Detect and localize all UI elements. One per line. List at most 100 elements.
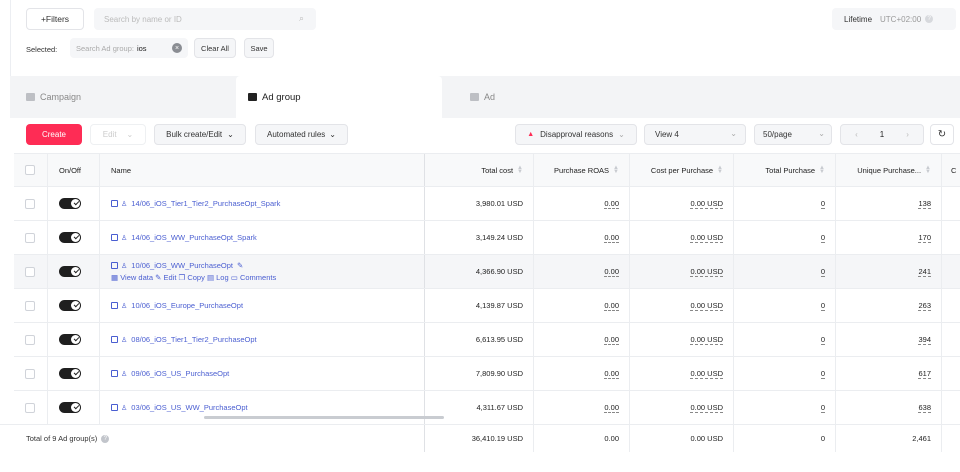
total-roas: 0.00	[604, 434, 619, 443]
disapproval-reasons-select[interactable]: ▲ Disapproval reasons ⌄	[515, 124, 637, 145]
total-purchase-cell[interactable]: 0	[733, 221, 835, 254]
table-row[interactable]: ♙ 14/06_iOS_Tier1_Tier2_PurchaseOpt_Spar…	[14, 187, 960, 221]
ad-icon	[470, 93, 479, 101]
roas-cell[interactable]: 0.00	[533, 323, 629, 356]
table-row[interactable]: ♙ 08/06_iOS_Tier1_Tier2_PurchaseOpt 6,61…	[14, 323, 960, 357]
ad-group-name-link[interactable]: ♙ 10/06_iOS_Europe_PurchaseOpt	[111, 289, 243, 322]
clear-all-button[interactable]: Clear All	[194, 38, 236, 58]
sort-icon: ▲ ▼	[819, 165, 825, 175]
select-all-checkbox[interactable]	[25, 154, 35, 186]
refresh-icon: ↻	[937, 129, 947, 140]
save-filter-button[interactable]: Save	[244, 38, 274, 58]
page-size-select[interactable]: 50/page ⌄	[754, 124, 832, 145]
roas-cell[interactable]: 0.00	[533, 221, 629, 254]
header-purchase-roas[interactable]: Purchase ROAS ▲ ▼	[533, 154, 629, 186]
status-toggle[interactable]	[59, 357, 81, 390]
cpp-cell[interactable]: 0.00 USD	[629, 323, 733, 356]
view-data-link[interactable]: View data	[120, 273, 153, 282]
comments-link[interactable]: Comments	[240, 273, 276, 282]
chart-icon: ▦	[111, 273, 119, 282]
header-total-purchase[interactable]: Total Purchase ▲ ▼	[733, 154, 835, 186]
row-checkbox[interactable]	[25, 187, 35, 220]
status-toggle[interactable]	[59, 289, 81, 322]
table-row[interactable]: ♙ 10/06_iOS_Europe_PurchaseOpt 4,139.87 …	[14, 289, 960, 323]
table-row[interactable]: ♙ 14/06_iOS_WW_PurchaseOpt_Spark 3,149.2…	[14, 221, 960, 255]
edit-link[interactable]: Edit	[163, 273, 176, 282]
automated-rules-button[interactable]: Automated rules ⌄	[255, 124, 348, 145]
table-row[interactable]: ♙ 09/06_iOS_US_PurchaseOpt 7,809.90 USD …	[14, 357, 960, 391]
unique-purchase-cell[interactable]: 170	[835, 221, 941, 254]
tab-campaign[interactable]: Campaign	[26, 76, 81, 118]
warning-icon: ▲	[527, 131, 535, 138]
unique-purchase-cell[interactable]: 241	[835, 255, 941, 288]
search-input[interactable]: Search by name or ID ⌕	[94, 8, 316, 30]
status-toggle[interactable]	[59, 255, 81, 288]
ad-group-name-link[interactable]: ♙ 09/06_iOS_US_PurchaseOpt	[111, 357, 229, 390]
cpp-cell[interactable]: 0.00 USD	[629, 289, 733, 322]
filters-button[interactable]: +Filters	[26, 8, 84, 30]
ad-group-name-link[interactable]: ♙ 14/06_iOS_Tier1_Tier2_PurchaseOpt_Spar…	[111, 187, 280, 220]
pencil-icon[interactable]: ✎	[237, 261, 243, 270]
unique-purchase-cell[interactable]: 394	[835, 323, 941, 356]
status-toggle[interactable]	[59, 221, 81, 254]
prev-page-icon[interactable]: ‹	[855, 130, 858, 139]
edit-button[interactable]: Edit ⌄	[90, 124, 146, 145]
header-cost-per-purchase[interactable]: Cost per Purchase ▲ ▼	[629, 154, 733, 186]
total-purchase-cell[interactable]: 0	[733, 187, 835, 220]
ad-group-icon	[111, 234, 118, 241]
total-purchase-cell[interactable]: 0	[733, 357, 835, 390]
cpp-cell[interactable]: 0.00 USD	[629, 255, 733, 288]
cpp-cell[interactable]: 0.00 USD	[629, 357, 733, 390]
chip-close-icon[interactable]: ×	[172, 43, 182, 53]
bulk-create-edit-button[interactable]: Bulk create/Edit ⌄	[154, 124, 246, 145]
unique-purchase-cell[interactable]: 263	[835, 289, 941, 322]
total-purchase-cell[interactable]: 0	[733, 323, 835, 356]
horizontal-scrollbar[interactable]	[204, 416, 444, 419]
ad-group-name-link[interactable]: ♙ 10/06_iOS_WW_PurchaseOpt ✎	[111, 261, 243, 270]
status-toggle[interactable]	[59, 323, 81, 356]
total-purchase-cell[interactable]: 0	[733, 391, 835, 424]
total-purchase-cell[interactable]: 0	[733, 289, 835, 322]
view-select[interactable]: View 4 ⌄	[644, 124, 746, 145]
row-checkbox[interactable]	[25, 323, 35, 356]
header-cut-column: C	[951, 165, 957, 175]
create-button[interactable]: Create	[26, 124, 82, 145]
header-unique-purchase[interactable]: Unique Purchase... ▲ ▼	[835, 154, 941, 186]
row-checkbox[interactable]	[25, 255, 35, 288]
refresh-button[interactable]: ↻	[930, 124, 954, 145]
roas-cell[interactable]: 0.00	[533, 187, 629, 220]
cpp-cell[interactable]: 0.00 USD	[629, 221, 733, 254]
cpp-cell[interactable]: 0.00 USD	[629, 187, 733, 220]
row-checkbox[interactable]	[25, 289, 35, 322]
ad-group-name-link[interactable]: ♙ 14/06_iOS_WW_PurchaseOpt_Spark	[111, 221, 257, 254]
ad-group-name-link[interactable]: ♙ 03/06_iOS_US_WW_PurchaseOpt	[111, 391, 248, 424]
roas-cell[interactable]: 0.00	[533, 255, 629, 288]
roas-cell[interactable]: 0.00	[533, 391, 629, 424]
next-page-icon[interactable]: ›	[906, 130, 909, 139]
log-link[interactable]: Log	[216, 273, 229, 282]
row-checkbox[interactable]	[25, 221, 35, 254]
copy-link[interactable]: Copy	[187, 273, 205, 282]
table-row[interactable]: ♙ 03/06_iOS_US_WW_PurchaseOpt 4,311.67 U…	[14, 391, 960, 425]
status-toggle[interactable]	[59, 391, 81, 424]
date-range-picker[interactable]: Lifetime UTC+02:00 ?	[832, 8, 956, 30]
tab-ad[interactable]: Ad	[470, 76, 495, 118]
unique-purchase-cell[interactable]: 638	[835, 391, 941, 424]
row-checkbox[interactable]	[25, 357, 35, 390]
roas-cell[interactable]: 0.00	[533, 357, 629, 390]
roas-cell[interactable]: 0.00	[533, 289, 629, 322]
page-number[interactable]: 1	[880, 130, 884, 139]
row-checkbox[interactable]	[25, 391, 35, 424]
unique-purchase-cell[interactable]: 138	[835, 187, 941, 220]
audience-icon: ♙	[121, 302, 128, 310]
ad-group-name-link[interactable]: ♙ 08/06_iOS_Tier1_Tier2_PurchaseOpt	[111, 323, 257, 356]
total-cost-cell: 3,980.01 USD	[475, 199, 523, 208]
status-toggle[interactable]	[59, 187, 81, 220]
pencil-icon: ✎	[155, 273, 162, 282]
total-purchase-cell[interactable]: 0	[733, 255, 835, 288]
table-row[interactable]: ♙ 10/06_iOS_WW_PurchaseOpt ✎ ▦ View data…	[14, 255, 960, 289]
tab-ad-group[interactable]: Ad group	[236, 76, 442, 118]
unique-purchase-cell[interactable]: 617	[835, 357, 941, 390]
header-total-cost[interactable]: Total cost ▲ ▼	[424, 154, 533, 186]
cpp-cell[interactable]: 0.00 USD	[629, 391, 733, 424]
